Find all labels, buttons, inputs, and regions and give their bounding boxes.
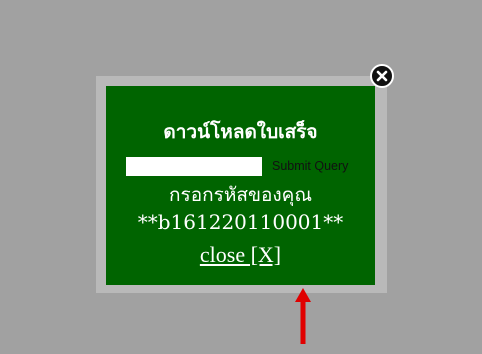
modal-title: ดาวน์โหลดใบเสร็จ xyxy=(163,121,318,143)
instruction-text: กรอกรหัสของคุณ xyxy=(169,184,312,206)
arrow-up-icon xyxy=(293,286,313,346)
modal-content: ดาวน์โหลดใบเสร็จ Submit Query กรอกรหัสขอ… xyxy=(106,86,375,285)
code-form: Submit Query xyxy=(126,155,348,177)
close-icon[interactable] xyxy=(370,64,394,88)
modal-frame: ดาวน์โหลดใบเสร็จ Submit Query กรอกรหัสขอ… xyxy=(96,76,387,293)
submit-button[interactable]: Submit Query xyxy=(272,159,348,173)
receipt-code: **b161220110001** xyxy=(137,210,344,234)
code-input[interactable] xyxy=(126,156,262,176)
close-link[interactable]: close [X] xyxy=(106,242,375,268)
